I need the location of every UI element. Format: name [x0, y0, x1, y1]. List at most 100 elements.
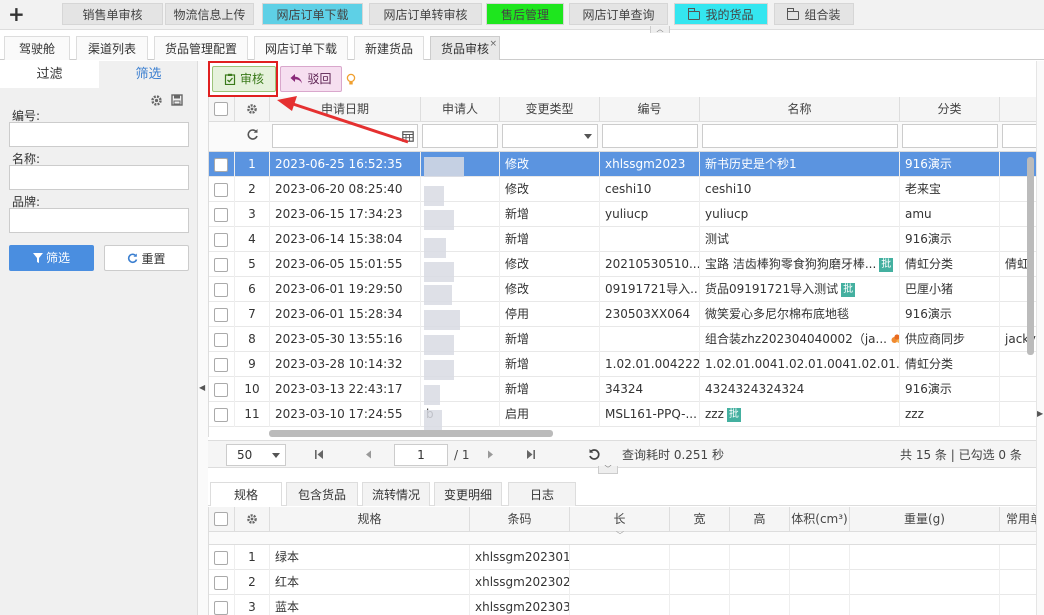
table-row[interactable]: 2 2023-06-20 08:25:40 修改 ceshi10 ceshi10 老来宝	[209, 177, 1036, 202]
horizontal-scrollbar[interactable]	[269, 430, 553, 437]
audit-button[interactable]: 审核	[212, 66, 276, 92]
sub-tab-goods-config[interactable]: 货品管理配置	[154, 36, 248, 60]
sub-tab-channel-list[interactable]: 渠道列表	[76, 36, 148, 60]
sub-tab-new-goods[interactable]: 新建货品	[354, 36, 424, 60]
tab-spec[interactable]: 规格	[210, 482, 282, 506]
top-tab-after-sales[interactable]: 售后管理	[486, 3, 564, 25]
sub-tab-cockpit[interactable]: 驾驶舱	[4, 36, 70, 60]
gear-icon[interactable]	[246, 513, 258, 525]
row-checkbox[interactable]	[214, 283, 228, 297]
header-code[interactable]: 编号	[600, 97, 700, 122]
table-row[interactable]: 7 2023-06-01 15:28:34 停用 230503XX064 微笑爱心多尼尔…	[209, 302, 1036, 327]
filter-button[interactable]: 筛选	[9, 245, 94, 271]
name-filter-input[interactable]	[702, 124, 898, 148]
refresh-icon[interactable]	[588, 448, 601, 461]
extra-filter-input[interactable]	[1002, 124, 1036, 148]
row-checkbox[interactable]	[214, 208, 228, 222]
reject-button[interactable]: 驳回	[280, 66, 342, 92]
gear-icon[interactable]	[246, 103, 258, 115]
name-input[interactable]	[9, 165, 189, 190]
top-tab-order-to-audit[interactable]: 网店订单转审核	[369, 3, 482, 25]
table-row[interactable]: 8 2023-05-30 13:55:16 新增 组合装zhz202304040002…	[209, 327, 1036, 352]
prev-page-icon[interactable]	[365, 450, 372, 459]
tab-included-goods[interactable]: 包含货品	[286, 482, 358, 506]
sort-chevron-icon[interactable]: ﹀	[616, 530, 624, 541]
row-checkbox[interactable]	[214, 183, 228, 197]
sub-tab-goods-audit[interactable]: 货品审核 ×	[430, 36, 500, 60]
page-input[interactable]: 1	[394, 444, 448, 466]
table-row[interactable]: 3 蓝本 xhlssgm202303	[209, 595, 1036, 615]
header-height[interactable]: 高	[730, 507, 790, 532]
header-spec[interactable]: 规格	[270, 507, 470, 532]
reset-button[interactable]: 重置	[104, 245, 189, 271]
vertical-scrollbar[interactable]	[1027, 157, 1034, 355]
header-extra[interactable]	[1000, 97, 1036, 122]
change-type-filter-select[interactable]	[502, 124, 598, 148]
row-checkbox[interactable]	[214, 333, 228, 347]
category-filter-input[interactable]	[902, 124, 998, 148]
tab-change-detail[interactable]: 变更明细	[434, 482, 502, 506]
header-apply-date[interactable]: 申请日期	[270, 97, 421, 122]
right-collapse-handle[interactable]: ▶	[1036, 61, 1044, 615]
brand-input[interactable]	[9, 208, 189, 233]
header-width[interactable]: 宽	[670, 507, 730, 532]
table-row[interactable]: 4 2023-06-14 15:38:04 新增 测试 916演示	[209, 227, 1036, 252]
row-checkbox[interactable]	[214, 601, 228, 615]
header-common-unit[interactable]: 常用单	[1000, 507, 1036, 532]
top-tab-online-order-download[interactable]: 网店订单下载	[262, 3, 363, 25]
date-filter-input[interactable]	[272, 124, 418, 148]
calendar-icon[interactable]	[402, 130, 414, 142]
header-volume[interactable]: 体积(cm³)	[790, 507, 850, 532]
left-collapse-handle[interactable]: ◀	[198, 61, 208, 615]
refresh-icon[interactable]	[246, 128, 259, 141]
collapse-chevron-icon[interactable]: ﹀	[598, 466, 618, 474]
row-checkbox[interactable]	[214, 408, 228, 422]
header-barcode[interactable]: 条码	[470, 507, 570, 532]
header-category[interactable]: 分类	[900, 97, 1000, 122]
top-tab-my-goods[interactable]: 我的货品	[674, 3, 768, 25]
top-tab-combo[interactable]: 组合装	[774, 3, 854, 25]
tab-screen[interactable]: 筛选	[99, 61, 198, 88]
close-icon[interactable]: ×	[489, 32, 497, 56]
header-name[interactable]: 名称	[700, 97, 900, 122]
row-checkbox[interactable]	[214, 576, 228, 590]
table-row[interactable]: 5 2023-06-05 15:01:55 修改 20210530510... 宝路 洁…	[209, 252, 1036, 277]
header-weight[interactable]: 重量(g)	[850, 507, 1000, 532]
first-page-icon[interactable]	[314, 449, 324, 460]
select-all-checkbox[interactable]	[214, 102, 228, 116]
table-row[interactable]: 6 2023-06-01 19:29:50 修改 09191721导入... 货品091…	[209, 277, 1036, 302]
header-applicant[interactable]: 申请人	[421, 97, 500, 122]
add-tab-icon[interactable]: +	[8, 2, 25, 26]
tab-flow[interactable]: 流转情况	[362, 482, 430, 506]
next-page-icon[interactable]	[487, 450, 494, 459]
last-page-icon[interactable]	[526, 449, 536, 460]
row-checkbox[interactable]	[214, 308, 228, 322]
gear-icon[interactable]	[150, 94, 163, 107]
top-tab-sales-audit[interactable]: 销售单审核	[62, 3, 163, 25]
header-length[interactable]: 长	[570, 507, 670, 532]
row-checkbox[interactable]	[214, 551, 228, 565]
row-checkbox[interactable]	[214, 383, 228, 397]
header-change-type[interactable]: 变更类型	[500, 97, 600, 122]
select-all-checkbox[interactable]	[214, 512, 228, 526]
table-row[interactable]: 9 2023-03-28 10:14:32 新增 1.02.01.004222 1.02…	[209, 352, 1036, 377]
tab-filter[interactable]: 过滤	[0, 61, 99, 88]
row-checkbox[interactable]	[214, 258, 228, 272]
save-icon[interactable]	[171, 94, 183, 106]
top-tab-order-query[interactable]: 网店订单查询	[569, 3, 668, 25]
code-filter-input[interactable]	[602, 124, 698, 148]
code-input[interactable]	[9, 122, 189, 147]
lightbulb-icon[interactable]	[346, 73, 356, 86]
row-checkbox[interactable]	[214, 158, 228, 172]
page-size-select[interactable]: 50	[226, 444, 286, 466]
table-row[interactable]: 10 2023-03-13 22:43:17 新增 34324 432432432432…	[209, 377, 1036, 402]
row-checkbox[interactable]	[214, 358, 228, 372]
tab-log[interactable]: 日志	[508, 482, 576, 506]
applicant-filter-input[interactable]	[422, 124, 498, 148]
sub-tab-order-download[interactable]: 网店订单下载	[254, 36, 348, 60]
table-row[interactable]: 1 绿本 xhlssgm202301	[209, 545, 1036, 570]
table-row[interactable]: 1 2023-06-25 16:52:35 修改 xhlssgm2023 新书历史是个秒…	[209, 152, 1036, 177]
table-row[interactable]: 112023-03-10 17:24:55b启用MSL161-PPQ-...zz…	[209, 402, 1036, 427]
table-row[interactable]: 2 红本 xhlssgm202302	[209, 570, 1036, 595]
table-row[interactable]: 3 2023-06-15 17:34:23 新增 yuliucp yuliucp amu	[209, 202, 1036, 227]
